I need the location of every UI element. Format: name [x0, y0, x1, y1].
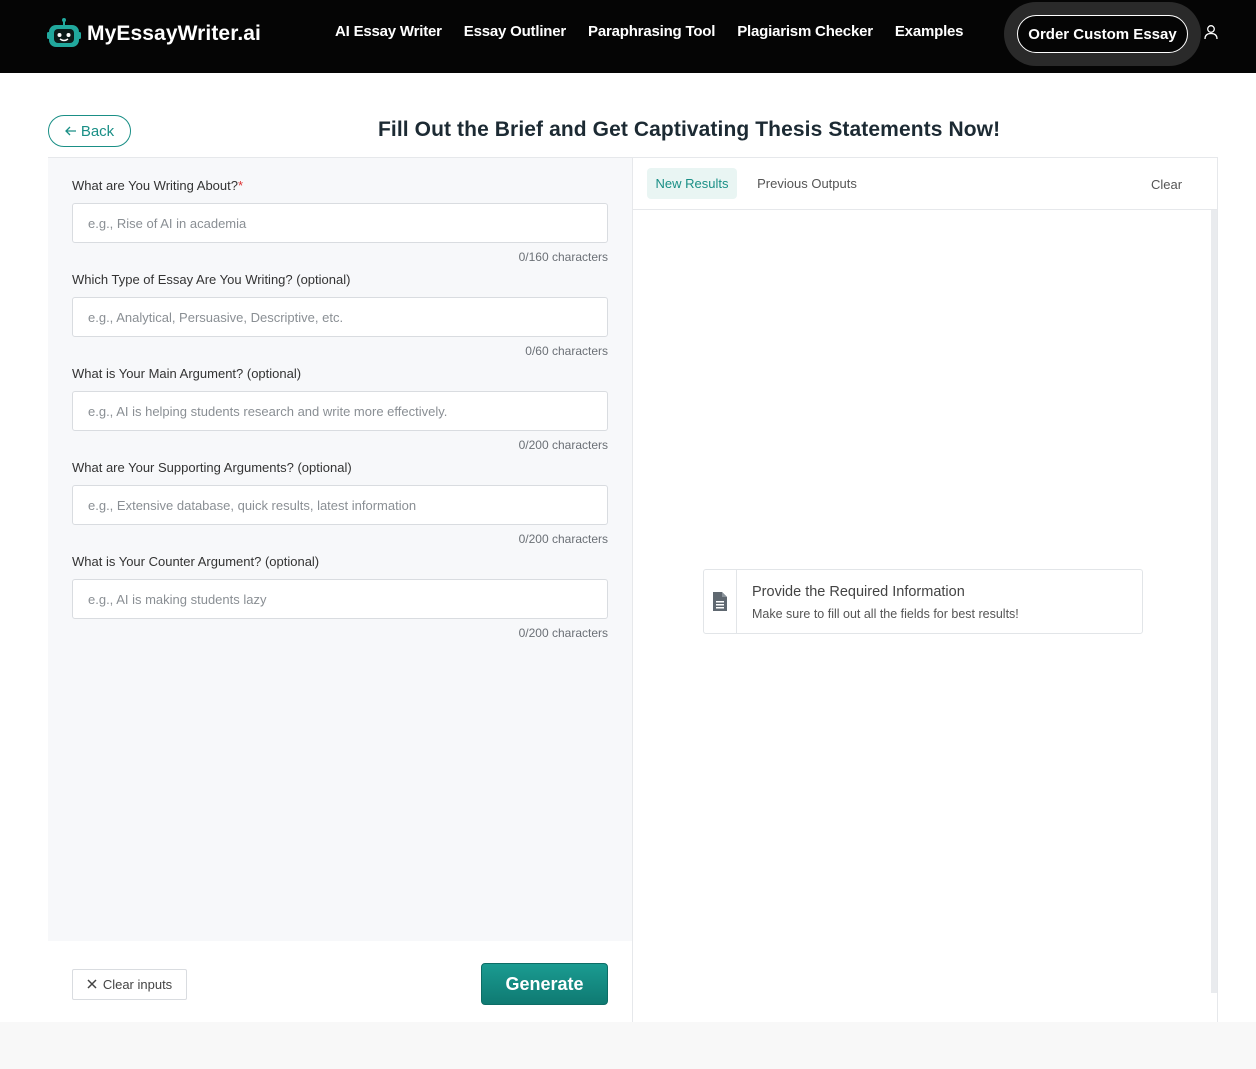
order-button-wrapper: Order Custom Essay	[1004, 2, 1201, 66]
empty-state-card: Provide the Required Information Make su…	[703, 569, 1143, 634]
supporting-arguments-input[interactable]	[72, 485, 608, 525]
field-label: What is Your Main Argument? (optional)	[72, 366, 302, 381]
results-tabs: New Results Previous Outputs Clear	[633, 158, 1217, 210]
char-counter: 0/200 characters	[518, 626, 608, 640]
generate-button[interactable]: Generate	[481, 963, 608, 1005]
essay-type-input[interactable]	[72, 297, 608, 337]
empty-state-title: Provide the Required Information	[752, 584, 965, 600]
clear-inputs-label: Clear inputs	[102, 977, 173, 992]
nav-ai-essay-writer[interactable]: AI Essay Writer	[335, 23, 442, 40]
clear-inputs-button[interactable]: Clear inputs	[72, 969, 187, 1000]
field-label: Which Type of Essay Are You Writing? (op…	[72, 272, 351, 287]
nav-paraphrasing-tool[interactable]: Paraphrasing Tool	[588, 23, 715, 40]
clear-results-button[interactable]: Clear	[1151, 177, 1182, 192]
field-label: What is Your Counter Argument? (optional…	[72, 554, 320, 569]
arrow-left-icon	[64, 123, 77, 140]
field-topic: What are You Writing About?* 0/160 chara…	[72, 178, 608, 264]
field-label: What are You Writing About?*	[72, 178, 244, 193]
back-label: Back	[80, 122, 115, 140]
logo[interactable]: MyEssayWriter.ai	[47, 17, 261, 51]
close-icon	[87, 977, 97, 992]
page-title: Fill Out the Brief and Get Captivating T…	[378, 118, 1001, 141]
logo-text: MyEssayWriter.ai	[87, 22, 261, 45]
char-counter: 0/160 characters	[518, 250, 608, 264]
char-counter: 0/200 characters	[518, 438, 608, 452]
counter-argument-input[interactable]	[72, 579, 608, 619]
main-argument-input[interactable]	[72, 391, 608, 431]
form-actions: Clear inputs Generate	[48, 941, 633, 1022]
tab-previous-outputs[interactable]: Previous Outputs	[751, 168, 863, 199]
main-content: Back Fill Out the Brief and Get Captivat…	[0, 73, 1256, 1022]
empty-state-subtitle: Make sure to fill out all the fields for…	[752, 607, 1019, 621]
field-main-argument: What is Your Main Argument? (optional) 0…	[72, 366, 608, 452]
tab-new-results[interactable]: New Results	[647, 168, 737, 199]
field-supporting-arguments: What are Your Supporting Arguments? (opt…	[72, 460, 608, 546]
brief-form: What are You Writing About?* 0/160 chara…	[48, 157, 633, 941]
char-counter: 0/200 characters	[518, 532, 608, 546]
nav-essay-outliner[interactable]: Essay Outliner	[464, 23, 566, 40]
document-icon	[704, 570, 737, 633]
results-scrollbar[interactable]	[1211, 210, 1217, 993]
field-counter-argument: What is Your Counter Argument? (optional…	[72, 554, 608, 640]
topic-input[interactable]	[72, 203, 608, 243]
nav-plagiarism-checker[interactable]: Plagiarism Checker	[737, 23, 873, 40]
char-counter: 0/60 characters	[525, 344, 608, 358]
back-button[interactable]: Back	[48, 115, 131, 147]
field-label: What are Your Supporting Arguments? (opt…	[72, 460, 352, 475]
top-navbar: MyEssayWriter.ai AI Essay Writer Essay O…	[0, 0, 1256, 73]
required-mark: *	[237, 178, 244, 193]
results-panel: New Results Previous Outputs Clear Provi…	[632, 157, 1218, 1022]
field-essay-type: Which Type of Essay Are You Writing? (op…	[72, 272, 608, 358]
robot-logo-icon	[47, 17, 81, 51]
nav-examples[interactable]: Examples	[895, 23, 964, 40]
order-custom-essay-button[interactable]: Order Custom Essay	[1017, 15, 1188, 53]
user-icon[interactable]	[1203, 24, 1219, 40]
main-nav: AI Essay Writer Essay Outliner Paraphras…	[335, 23, 964, 40]
